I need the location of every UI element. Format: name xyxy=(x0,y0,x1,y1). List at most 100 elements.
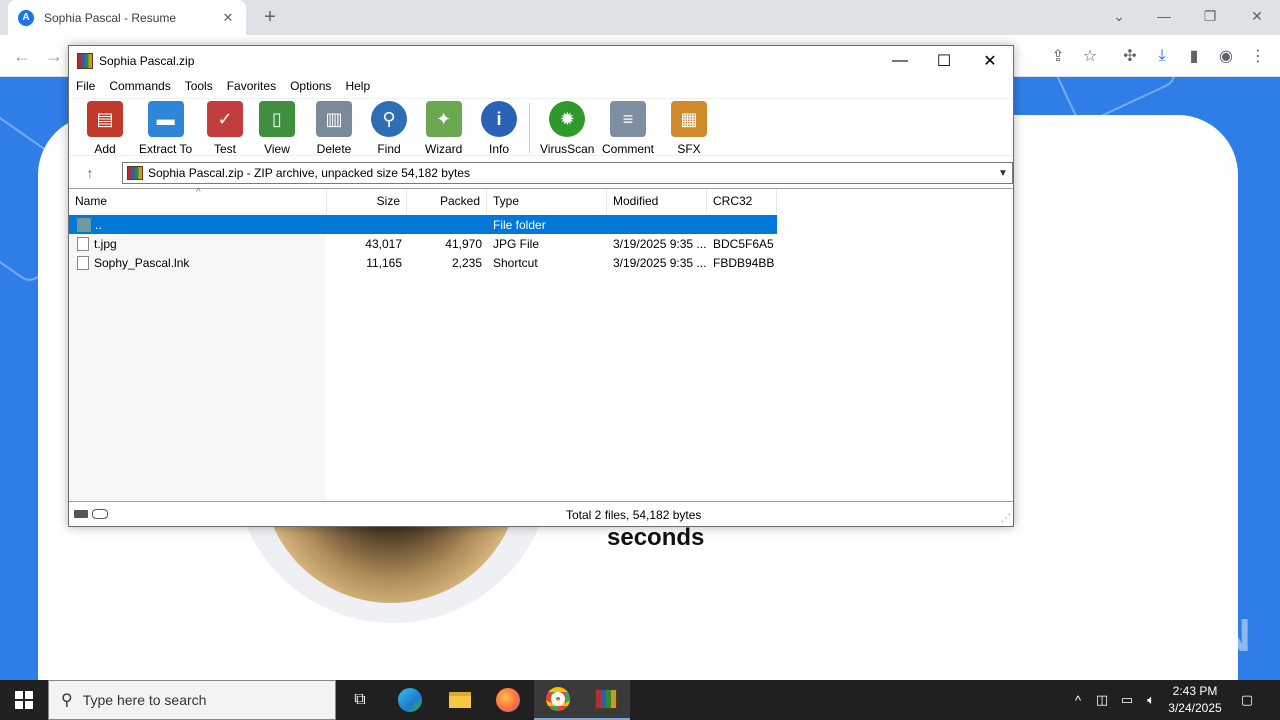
info-icon: i xyxy=(481,101,517,137)
back-arrow-icon[interactable]: ← xyxy=(10,44,34,68)
search-placeholder: Type here to search xyxy=(82,692,207,708)
column-header-modified[interactable]: Modified xyxy=(607,189,707,213)
row-modified: 3/19/2025 9:35 ... xyxy=(613,236,707,251)
sfx-button[interactable]: ▦ SFX xyxy=(671,101,707,156)
status-bar: Total 2 files, 54,182 bytes ⋰ xyxy=(69,504,1013,526)
taskbar-clock[interactable]: 2:43 PM 3/24/2025 xyxy=(1160,683,1230,717)
winrar-taskbar-icon[interactable] xyxy=(582,680,630,720)
test-button[interactable]: ✓ Test xyxy=(207,101,243,156)
sfx-box-icon: ▦ xyxy=(671,101,707,137)
volume-icon[interactable]: 🔈︎ xyxy=(1140,680,1162,720)
task-view-icon[interactable]: ⧉ xyxy=(336,680,384,720)
row-crc: FBDB94BB xyxy=(713,255,775,270)
browser-restore-icon[interactable]: ❐ xyxy=(1196,4,1224,28)
delete-trash-icon: ▥ xyxy=(316,101,352,137)
browser-menu-icon[interactable]: ⋮ xyxy=(1246,44,1270,68)
menu-help[interactable]: Help xyxy=(338,79,377,93)
delete-label: Delete xyxy=(316,142,352,156)
file-explorer-icon[interactable] xyxy=(436,680,484,720)
forward-arrow-icon[interactable]: → xyxy=(42,44,66,68)
table-row[interactable]: Sophy_Pascal.lnk 11,165 2,235 Shortcut 3… xyxy=(69,253,777,272)
search-icon: ⚲ xyxy=(61,692,73,709)
table-row[interactable]: t.jpg 43,017 41,970 JPG File 3/19/2025 9… xyxy=(69,234,777,253)
notifications-icon[interactable]: ▢ xyxy=(1236,680,1258,720)
network-icon[interactable]: ▭ xyxy=(1116,680,1138,720)
find-label: Find xyxy=(377,142,401,156)
resize-grip-icon[interactable]: ⋰ xyxy=(1001,513,1011,524)
password-key-icon[interactable] xyxy=(92,509,108,519)
maximize-icon[interactable]: ☐ xyxy=(921,46,967,76)
row-type: JPG File xyxy=(493,236,540,251)
add-label: Add xyxy=(94,142,116,156)
browser-tab[interactable]: A Sophia Pascal - Resume ✕ xyxy=(8,0,246,35)
side-panel-icon[interactable]: ▮ xyxy=(1182,44,1206,68)
browser-minimize-icon[interactable]: — xyxy=(1150,4,1178,28)
wizard-button[interactable]: ✦ Wizard xyxy=(425,101,462,156)
tray-device-icon[interactable]: ◫ xyxy=(1092,680,1112,720)
shortcut-file-icon xyxy=(77,255,89,270)
add-button[interactable]: ▤ Add xyxy=(87,101,123,156)
start-button[interactable] xyxy=(0,680,48,720)
comment-icon: ≡ xyxy=(610,101,646,137)
column-header-type[interactable]: Type xyxy=(487,189,607,213)
taskbar-search[interactable]: ⚲ Type here to search xyxy=(48,680,336,720)
wizard-wand-icon: ✦ xyxy=(425,101,462,137)
menu-options[interactable]: Options xyxy=(283,79,338,93)
tab-search-chevron-icon[interactable]: ⌄ xyxy=(1105,4,1133,28)
file-list: ^ Name Size Packed Type Modified CRC32 .… xyxy=(69,187,1013,502)
column-header-name[interactable]: ^ Name xyxy=(69,187,327,213)
virusscan-button[interactable]: ✹ VirusScan xyxy=(540,101,594,156)
table-row[interactable]: .. File folder xyxy=(69,215,777,234)
profile-avatar-icon[interactable]: ◉ xyxy=(1214,44,1238,68)
column-header-size[interactable]: Size xyxy=(327,189,407,213)
drive-icon[interactable] xyxy=(74,510,88,518)
minimize-icon[interactable]: — xyxy=(877,46,923,76)
chrome-icon[interactable] xyxy=(534,680,582,720)
row-modified: 3/19/2025 9:35 ... xyxy=(613,255,707,270)
browser-close-icon[interactable]: ✕ xyxy=(1243,4,1271,28)
comment-button[interactable]: ≡ Comment xyxy=(602,101,654,156)
winrar-titlebar[interactable]: Sophia Pascal.zip — ☐ ✕ xyxy=(69,46,1013,76)
share-icon[interactable]: ⇪ xyxy=(1046,44,1070,68)
menu-tools[interactable]: Tools xyxy=(178,79,220,93)
up-arrow-icon[interactable]: ↑ xyxy=(79,164,101,182)
find-button[interactable]: ⚲ Find xyxy=(371,101,407,156)
tray-chevron-icon[interactable]: ^ xyxy=(1068,680,1088,720)
comment-label: Comment xyxy=(602,142,655,156)
winrar-title: Sophia Pascal.zip xyxy=(99,54,195,68)
test-clipboard-icon: ✓ xyxy=(207,101,243,137)
bookmark-star-icon[interactable]: ☆ xyxy=(1078,44,1102,68)
view-button[interactable]: ▯ View xyxy=(259,101,295,156)
address-dropdown-icon[interactable]: ▼ xyxy=(994,168,1012,179)
download-icon[interactable]: ⤓ xyxy=(1150,44,1174,68)
windows-taskbar: ⚲ Type here to search ⧉ ^ ◫ ▭ 🔈︎ 2:43 PM… xyxy=(0,680,1280,720)
menu-file[interactable]: File xyxy=(69,79,102,93)
column-header-crc32[interactable]: CRC32 xyxy=(707,189,777,213)
extract-to-button[interactable]: ▬ Extract To xyxy=(139,101,192,156)
winrar-window: Sophia Pascal.zip — ☐ ✕ File Commands To… xyxy=(68,45,1014,527)
extract-folder-icon: ▬ xyxy=(147,101,184,137)
parent-folder-icon xyxy=(77,217,91,232)
address-text: Sophia Pascal.zip - ZIP archive, unpacke… xyxy=(148,166,470,180)
headline-fragment: seconds xyxy=(607,524,705,551)
info-button[interactable]: i Info xyxy=(481,101,517,156)
clock-date: 3/24/2025 xyxy=(1168,701,1222,715)
row-name: Sophy_Pascal.lnk xyxy=(94,255,190,270)
column-header-packed[interactable]: Packed xyxy=(407,189,487,213)
delete-button[interactable]: ▥ Delete xyxy=(316,101,352,156)
winrar-menubar: File Commands Tools Favorites Options He… xyxy=(69,76,1013,96)
menu-commands[interactable]: Commands xyxy=(102,79,177,93)
firefox-icon[interactable] xyxy=(484,680,532,720)
extensions-puzzle-icon[interactable]: ✣ xyxy=(1118,44,1142,68)
extract-to-label: Extract To xyxy=(139,142,193,156)
tab-close-icon[interactable]: ✕ xyxy=(220,10,236,26)
close-icon[interactable]: ✕ xyxy=(967,46,1013,76)
menu-favorites[interactable]: Favorites xyxy=(220,79,283,93)
address-field[interactable]: Sophia Pascal.zip - ZIP archive, unpacke… xyxy=(122,162,1013,184)
edge-icon[interactable] xyxy=(386,680,434,720)
new-tab-button[interactable]: + xyxy=(258,5,282,29)
archive-icon xyxy=(127,166,143,180)
row-name-cell: Sophy_Pascal.lnk xyxy=(77,253,327,272)
info-label: Info xyxy=(488,142,509,156)
row-name-cell: t.jpg xyxy=(77,234,327,253)
